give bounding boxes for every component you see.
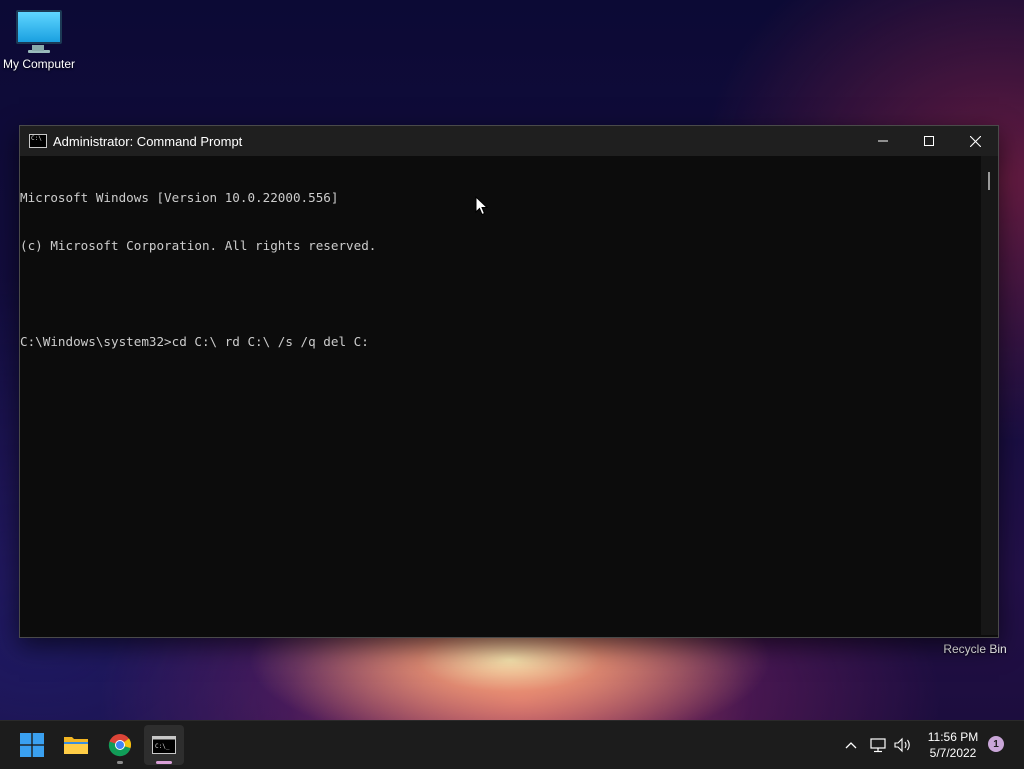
- desktop-icon-my-computer[interactable]: My Computer: [0, 0, 79, 71]
- command-prompt-window[interactable]: Administrator: Command Prompt Microsoft …: [19, 125, 999, 638]
- taskbar-file-explorer[interactable]: [56, 725, 96, 765]
- taskbar-command-prompt[interactable]: C:\_: [144, 725, 184, 765]
- clock-button[interactable]: 11:56 PM 5/7/2022: [918, 729, 988, 761]
- maximize-icon: [924, 136, 934, 146]
- minimize-icon: [878, 140, 888, 142]
- volume-icon: [894, 737, 910, 753]
- network-button[interactable]: [868, 721, 890, 769]
- chrome-icon: [108, 734, 131, 757]
- close-button[interactable]: [952, 126, 998, 156]
- window-titlebar[interactable]: Administrator: Command Prompt: [20, 126, 998, 156]
- maximize-button[interactable]: [906, 126, 952, 156]
- cmd-icon: [29, 134, 47, 148]
- cmd-icon: C:\_: [152, 736, 176, 754]
- notification-badge[interactable]: 1: [988, 736, 1004, 752]
- window-title: Administrator: Command Prompt: [53, 133, 243, 149]
- tray-overflow-button[interactable]: [840, 721, 862, 769]
- start-button[interactable]: [12, 725, 52, 765]
- taskbar-chrome[interactable]: [100, 725, 140, 765]
- clock-date: 5/7/2022: [929, 746, 977, 760]
- console-command-line: C:\Windows\system32>cd C:\ rd C:\ /s /q …: [20, 334, 369, 349]
- console-line: Microsoft Windows [Version 10.0.22000.55…: [20, 190, 339, 205]
- mouse-cursor-icon: [475, 196, 489, 216]
- desktop-icon-label: Recycle Bin: [943, 642, 1007, 656]
- active-indicator: [156, 761, 172, 764]
- close-icon: [969, 135, 981, 147]
- folder-icon: [64, 737, 88, 754]
- chevron-up-icon: [845, 742, 857, 749]
- volume-button[interactable]: [892, 721, 914, 769]
- console-output[interactable]: Microsoft Windows [Version 10.0.22000.55…: [20, 156, 980, 637]
- minimize-button[interactable]: [860, 126, 906, 156]
- monitor-icon: [16, 10, 62, 51]
- vertical-scrollbar[interactable]: [981, 156, 998, 635]
- running-indicator: [117, 761, 123, 764]
- clock-time: 11:56 PM: [927, 730, 979, 744]
- desktop-icon-label: My Computer: [2, 57, 76, 71]
- scrollbar-thumb[interactable]: [988, 172, 990, 190]
- windows-logo-icon: [20, 733, 44, 757]
- console-line: (c) Microsoft Corporation. All rights re…: [20, 238, 377, 253]
- network-icon: [870, 738, 886, 753]
- taskbar: C:\_ 11:56 PM 5/7/2022: [0, 720, 1024, 769]
- svg-text:C:\_: C:\_: [155, 743, 170, 750]
